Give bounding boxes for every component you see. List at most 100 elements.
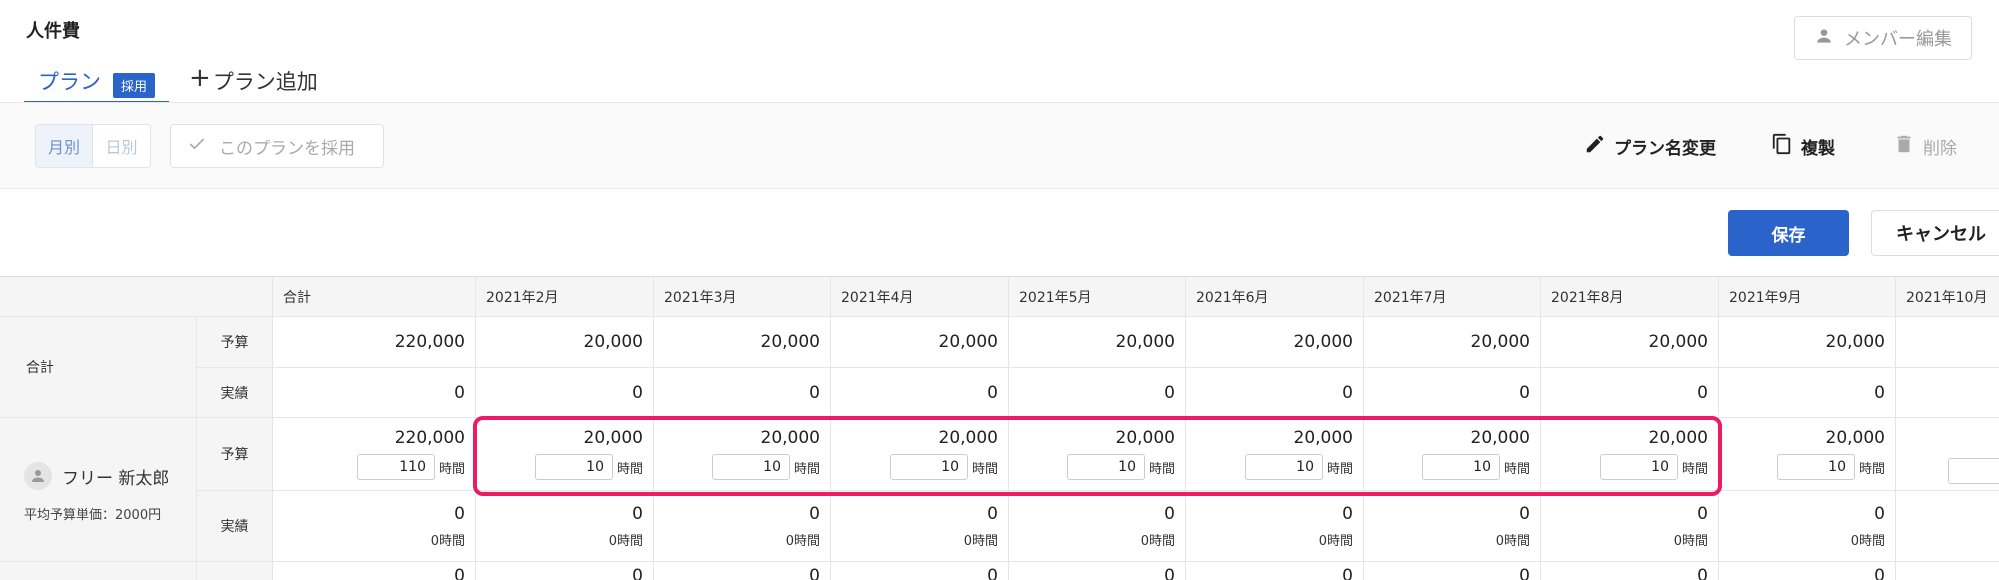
budget-grid: 合計 2021年2月 2021年3月 2021年4月 2021年5月 2021年… bbox=[0, 276, 1999, 580]
actual-value: 0 bbox=[1342, 503, 1353, 524]
member-actual-cell: 0 0時間 bbox=[273, 491, 476, 562]
col-header-month: 2021年7月 bbox=[1364, 277, 1541, 317]
total-actual-cell: 0 bbox=[831, 368, 1009, 418]
tab-add-plan[interactable]: + プラン追加 bbox=[169, 62, 332, 104]
view-day-button[interactable]: 日別 bbox=[93, 125, 150, 167]
pencil-icon bbox=[1584, 133, 1606, 160]
view-toggle: 月別 日別 bbox=[35, 124, 151, 168]
member-edit-button[interactable]: メンバー編集 bbox=[1794, 16, 1972, 60]
actual-hours: 0時間 bbox=[1140, 533, 1175, 549]
cancel-button[interactable]: キャンセル bbox=[1871, 210, 1999, 256]
hours-input[interactable] bbox=[1244, 454, 1323, 480]
member-budget-cell: 20,000 時間 bbox=[1009, 418, 1186, 491]
hours-input[interactable] bbox=[1599, 454, 1678, 480]
hours-input[interactable] bbox=[889, 454, 968, 480]
col-header-month: 2021年5月 bbox=[1009, 277, 1186, 317]
actual-hours: 0時間 bbox=[785, 533, 820, 549]
member-rate: 平均予算単価：2000円 bbox=[24, 508, 162, 523]
total-budget-cell: 220,000 bbox=[273, 317, 476, 368]
total-group-label: 合計 bbox=[0, 317, 197, 418]
member-budget-cell: 20,000 時間 bbox=[1541, 418, 1719, 491]
plus-icon: + bbox=[189, 63, 211, 93]
duplicate-plan-button[interactable]: 複製 bbox=[1771, 130, 1835, 162]
budget-value: 20,000 bbox=[1293, 428, 1353, 448]
hours-row: 時間 bbox=[534, 454, 643, 480]
actual-value: 0 bbox=[1874, 503, 1885, 524]
total-actual-cell: 0 bbox=[1541, 368, 1719, 418]
total-budget-cell: 20,000 bbox=[1719, 317, 1896, 368]
next-row-cell: 0 bbox=[1186, 562, 1364, 580]
actual-hours: 0時間 bbox=[608, 533, 643, 549]
member-name-row: フリー 新太郎 bbox=[24, 462, 169, 490]
row-label-actual: 実績 bbox=[197, 368, 273, 418]
hours-row: 時間 bbox=[356, 454, 465, 480]
rename-plan-label: プラン名変更 bbox=[1614, 138, 1716, 159]
delete-plan-button[interactable]: 削除 bbox=[1893, 130, 1957, 162]
check-icon bbox=[187, 134, 207, 159]
hours-input[interactable] bbox=[356, 454, 435, 480]
actual-value: 0 bbox=[454, 503, 465, 524]
member-actual-cell: 0 0時間 bbox=[476, 491, 654, 562]
hours-input[interactable] bbox=[1776, 454, 1855, 480]
next-row-cell: 0 bbox=[1009, 562, 1186, 580]
member-actual-cell: 0 0時間 bbox=[831, 491, 1009, 562]
next-row-cell: 0 bbox=[273, 562, 476, 580]
hours-row: 時間 bbox=[711, 454, 820, 480]
member-actual-cell: 0 0時間 bbox=[1364, 491, 1541, 562]
delete-plan-label: 削除 bbox=[1923, 138, 1957, 159]
hours-input[interactable] bbox=[1421, 454, 1500, 480]
member-budget-cell: 220,000 時間 bbox=[273, 418, 476, 491]
trash-icon bbox=[1893, 133, 1915, 160]
hours-input[interactable] bbox=[534, 454, 613, 480]
budget-value: 20,000 bbox=[760, 428, 820, 448]
next-row-cell: 0 bbox=[1541, 562, 1719, 580]
actual-value: 0 bbox=[809, 503, 820, 524]
next-row-cell: 0 bbox=[1364, 562, 1541, 580]
total-actual-cell: 0 bbox=[1186, 368, 1364, 418]
actual-hours: 0時間 bbox=[963, 533, 998, 549]
hours-input[interactable] bbox=[1066, 454, 1145, 480]
budget-value: 20,000 bbox=[583, 428, 643, 448]
member-budget-cell: 20,000 時間 bbox=[654, 418, 831, 491]
plan-tabs: プラン 採用 + プラン追加 bbox=[24, 62, 336, 104]
adopt-plan-button[interactable]: このプランを採用 bbox=[170, 124, 384, 168]
grid-corner bbox=[0, 277, 273, 317]
next-group bbox=[0, 562, 197, 580]
hours-unit: 時間 bbox=[1148, 461, 1175, 477]
col-header-month: 2021年4月 bbox=[831, 277, 1009, 317]
hours-row: 時間 bbox=[1776, 454, 1885, 480]
rename-plan-button[interactable]: プラン名変更 bbox=[1584, 130, 1716, 162]
member-budget-cell: 20,000 時間 bbox=[831, 418, 1009, 491]
adopted-badge: 採用 bbox=[113, 73, 156, 98]
tab-plan[interactable]: プラン 採用 bbox=[24, 62, 170, 104]
member-group: フリー 新太郎 平均予算単価：2000円 bbox=[0, 418, 197, 562]
avatar bbox=[24, 462, 52, 490]
next-row-cell bbox=[1896, 562, 1999, 580]
total-budget-cell: 20,000 bbox=[476, 317, 654, 368]
total-budget-cell: 20,000 bbox=[1364, 317, 1541, 368]
col-header-month: 2021年10月 bbox=[1896, 277, 1999, 317]
member-edit-label: メンバー編集 bbox=[1844, 29, 1952, 50]
hours-input[interactable] bbox=[711, 454, 790, 480]
total-budget-cell bbox=[1896, 317, 1999, 368]
hours-row: 時間 bbox=[1599, 454, 1708, 480]
hours-row: 時間 bbox=[1244, 454, 1353, 480]
hours-unit: 時間 bbox=[438, 461, 465, 477]
total-budget-cell: 20,000 bbox=[831, 317, 1009, 368]
actual-hours: 0時間 bbox=[430, 533, 465, 549]
col-header-month: 2021年9月 bbox=[1719, 277, 1896, 317]
actual-value: 0 bbox=[632, 503, 643, 524]
hours-input[interactable] bbox=[1948, 458, 1999, 484]
budget-value: 20,000 bbox=[1115, 428, 1175, 448]
hours-unit: 時間 bbox=[1858, 461, 1885, 477]
tab-add-plan-label: プラン追加 bbox=[212, 70, 318, 94]
member-name: フリー 新太郎 bbox=[62, 468, 170, 489]
save-button[interactable]: 保存 bbox=[1728, 210, 1849, 256]
hours-unit: 時間 bbox=[1326, 461, 1353, 477]
member-budget-cell bbox=[1896, 418, 1999, 491]
total-actual-cell: 0 bbox=[1009, 368, 1186, 418]
view-month-button[interactable]: 月別 bbox=[36, 125, 93, 167]
member-budget-cell: 20,000 時間 bbox=[1364, 418, 1541, 491]
row-label bbox=[197, 562, 273, 580]
duplicate-plan-label: 複製 bbox=[1801, 138, 1835, 159]
